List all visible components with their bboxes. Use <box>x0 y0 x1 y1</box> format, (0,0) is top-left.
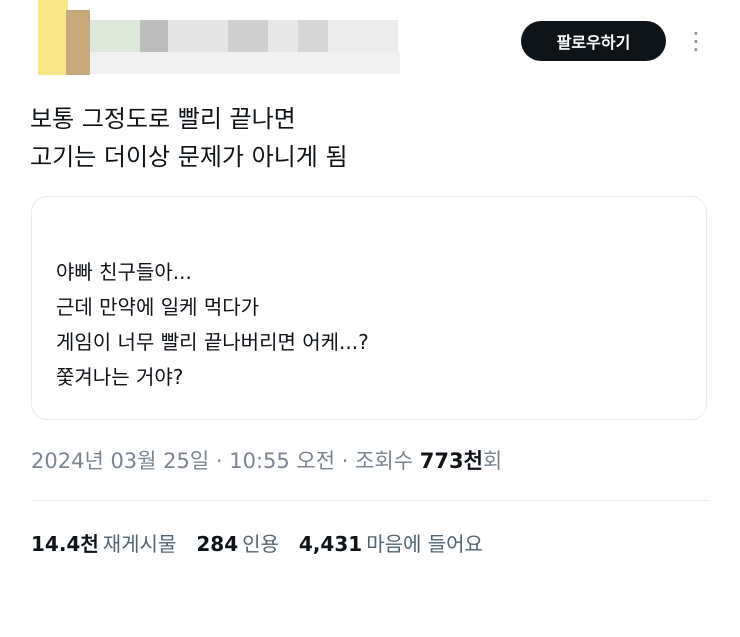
censored-block <box>268 20 298 52</box>
meta-separator: · <box>209 449 230 473</box>
likes-label: 마음에 들어요 <box>366 532 483 556</box>
quote-line: 게임이 너무 빨리 끝나버리면 어케...? <box>56 330 369 354</box>
reposts-label: 재게시물 <box>102 532 177 556</box>
views-suffix: 회 <box>482 449 503 473</box>
censored-block <box>66 10 90 75</box>
quotes-label: 인용 <box>242 532 279 556</box>
views-count: 773천 <box>419 449 483 473</box>
censored-block <box>328 20 398 52</box>
quote-line: 근데 만약에 일케 먹다가 <box>56 295 260 319</box>
tweet-date[interactable]: 2024년 03월 25일 <box>31 449 209 473</box>
engagement-stats: 14.4천 재게시물 284 인용 4,431 마음에 들어요 <box>31 528 503 557</box>
reposts-count: 14.4천 <box>31 532 99 556</box>
divider <box>31 500 709 501</box>
censored-block <box>90 20 140 52</box>
more-vertical-icon[interactable]: ⋮ <box>684 26 708 56</box>
meta-separator: · <box>335 449 356 473</box>
quote-line: 쫓겨나는 거야? <box>56 365 184 389</box>
quotes-count: 284 <box>196 532 239 556</box>
tweet-body: 보통 그정도로 빨리 끝나면 고기는 더이상 문제가 아니게 됨 <box>30 100 710 176</box>
tweet-time[interactable]: 10:55 오전 <box>229 449 335 473</box>
quotes-stat[interactable]: 284 인용 <box>196 528 279 557</box>
reposts-stat[interactable]: 14.4천 재게시물 <box>31 528 176 557</box>
likes-count: 4,431 <box>298 532 363 556</box>
censored-block <box>298 20 328 52</box>
follow-button[interactable]: 팔로우하기 <box>521 21 666 61</box>
censored-block <box>38 0 68 75</box>
tweet-line: 보통 그정도로 빨리 끝나면 <box>30 105 296 133</box>
censored-block <box>90 52 400 74</box>
censored-block <box>168 20 228 52</box>
quote-line: 야빠 친구들아... <box>56 260 192 284</box>
censored-block <box>140 20 168 52</box>
quoted-tweet-text: 야빠 친구들아... 근데 만약에 일케 먹다가 게임이 너무 빨리 끝나버리면… <box>56 255 369 395</box>
tweet-meta: 2024년 03월 25일 · 10:55 오전 · 조회수 773천회 <box>31 445 502 475</box>
likes-stat[interactable]: 4,431 마음에 들어요 <box>299 528 483 557</box>
views-label: 조회수 <box>355 449 420 473</box>
tweet-header: 팔로우하기 ⋮ <box>0 0 740 90</box>
censored-block <box>228 20 268 52</box>
tweet-line: 고기는 더이상 문제가 아니게 됨 <box>30 143 348 171</box>
quoted-tweet-card[interactable]: 야빠 친구들아... 근데 만약에 일케 먹다가 게임이 너무 빨리 끝나버리면… <box>31 196 707 420</box>
